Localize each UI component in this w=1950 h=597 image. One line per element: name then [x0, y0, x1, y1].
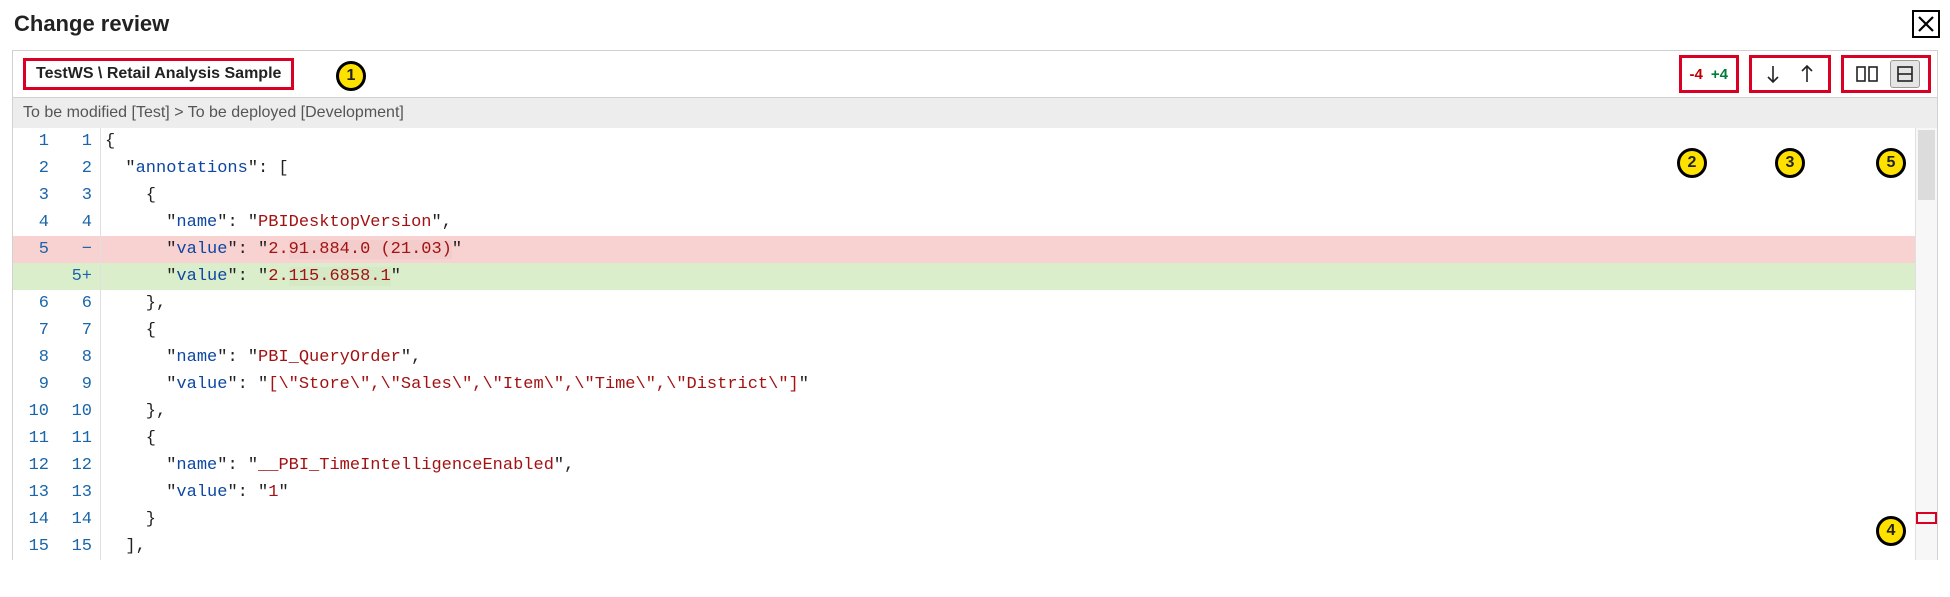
code-text: },: [101, 398, 1915, 425]
code-text: "value": "1": [101, 479, 1915, 506]
gutter-right: 4: [59, 209, 101, 236]
gutter-left: 7: [13, 317, 59, 344]
gutter-right: −: [59, 236, 101, 263]
code-line[interactable]: 77 {: [13, 317, 1915, 344]
prev-diff-button[interactable]: [1794, 61, 1820, 87]
callout-5: 5: [1876, 148, 1906, 178]
code-line[interactable]: 5+ "value": "2.115.6858.1": [13, 263, 1915, 290]
code-line[interactable]: 1212 "name": "__PBI_TimeIntelligenceEnab…: [13, 452, 1915, 479]
callout-1: 1: [336, 61, 366, 91]
diff-description: To be modified [Test] > To be deployed […: [12, 98, 1938, 128]
code-text: }: [101, 506, 1915, 533]
gutter-right: 2: [59, 155, 101, 182]
side-by-side-view-button[interactable]: [1852, 60, 1882, 88]
gutter-right: 6: [59, 290, 101, 317]
gutter-left: 3: [13, 182, 59, 209]
gutter-right: 1: [59, 128, 101, 155]
close-icon: [1917, 15, 1935, 33]
gutter-left: 11: [13, 425, 59, 452]
gutter-left: 1: [13, 128, 59, 155]
page-title: Change review: [14, 11, 169, 37]
gutter-right: 13: [59, 479, 101, 506]
gutter-right: 9: [59, 371, 101, 398]
close-button[interactable]: [1912, 10, 1940, 38]
gutter-left: [13, 263, 59, 290]
removed-count: -4: [1690, 66, 1703, 83]
view-mode-group: [1841, 55, 1931, 93]
gutter-left: 15: [13, 533, 59, 560]
inline-view-icon: [1896, 65, 1914, 83]
gutter-left: 5: [13, 236, 59, 263]
diff-nav-group: [1749, 55, 1831, 93]
gutter-right: 11: [59, 425, 101, 452]
code-text: {: [101, 128, 1915, 155]
gutter-right: 12: [59, 452, 101, 479]
gutter-left: 9: [13, 371, 59, 398]
callout-2: 2: [1677, 148, 1707, 178]
gutter-right: 5+: [59, 263, 101, 290]
code-text: "value": "2.91.884.0 (21.03)": [101, 236, 1915, 263]
code-line[interactable]: 1313 "value": "1": [13, 479, 1915, 506]
arrow-down-icon: [1765, 64, 1781, 84]
code-line[interactable]: 66 },: [13, 290, 1915, 317]
code-text: "value": "2.115.6858.1": [101, 263, 1915, 290]
minimap[interactable]: [1915, 128, 1937, 560]
gutter-left: 10: [13, 398, 59, 425]
code-text: "value": "[\"Store\",\"Sales\",\"Item\",…: [101, 371, 1915, 398]
code-line[interactable]: 1515 ],: [13, 533, 1915, 560]
minimap-thumb[interactable]: [1918, 130, 1935, 200]
code-text: "annotations": [: [101, 155, 1915, 182]
minimap-change-marker[interactable]: [1916, 512, 1937, 524]
change-counts: -4 +4: [1679, 55, 1739, 93]
gutter-left: 6: [13, 290, 59, 317]
arrow-up-icon: [1799, 64, 1815, 84]
code-line[interactable]: 33 {: [13, 182, 1915, 209]
code-text: {: [101, 182, 1915, 209]
next-diff-button[interactable]: [1760, 61, 1786, 87]
code-line[interactable]: 88 "name": "PBI_QueryOrder",: [13, 344, 1915, 371]
code-line[interactable]: 1111 {: [13, 425, 1915, 452]
gutter-left: 2: [13, 155, 59, 182]
toolbar: TestWS \ Retail Analysis Sample -4 +4: [12, 50, 1938, 98]
gutter-left: 4: [13, 209, 59, 236]
code-text: {: [101, 425, 1915, 452]
code-line[interactable]: 99 "value": "[\"Store\",\"Sales\",\"Item…: [13, 371, 1915, 398]
gutter-right: 10: [59, 398, 101, 425]
code-text: "name": "__PBI_TimeIntelligenceEnabled",: [101, 452, 1915, 479]
inline-view-button[interactable]: [1890, 60, 1920, 88]
added-count: +4: [1711, 66, 1728, 83]
code-text: "name": "PBI_QueryOrder",: [101, 344, 1915, 371]
code-body[interactable]: 11{22 "annotations": [33 {44 "name": "PB…: [13, 128, 1915, 560]
diff-viewer: 11{22 "annotations": [33 {44 "name": "PB…: [12, 128, 1938, 560]
gutter-right: 14: [59, 506, 101, 533]
code-text: },: [101, 290, 1915, 317]
code-line[interactable]: 1010 },: [13, 398, 1915, 425]
gutter-right: 3: [59, 182, 101, 209]
code-line[interactable]: 44 "name": "PBIDesktopVersion",: [13, 209, 1915, 236]
breadcrumb: TestWS \ Retail Analysis Sample: [23, 58, 294, 90]
gutter-right: 8: [59, 344, 101, 371]
callout-3: 3: [1775, 148, 1805, 178]
gutter-right: 7: [59, 317, 101, 344]
gutter-left: 14: [13, 506, 59, 533]
callout-4: 4: [1876, 516, 1906, 546]
code-text: ],: [101, 533, 1915, 560]
code-line[interactable]: 22 "annotations": [: [13, 155, 1915, 182]
code-text: "name": "PBIDesktopVersion",: [101, 209, 1915, 236]
code-line[interactable]: 5− "value": "2.91.884.0 (21.03)": [13, 236, 1915, 263]
side-by-side-icon: [1856, 65, 1878, 83]
code-text: {: [101, 317, 1915, 344]
gutter-right: 15: [59, 533, 101, 560]
gutter-left: 8: [13, 344, 59, 371]
code-line[interactable]: 1414 }: [13, 506, 1915, 533]
code-line[interactable]: 11{: [13, 128, 1915, 155]
gutter-left: 13: [13, 479, 59, 506]
gutter-left: 12: [13, 452, 59, 479]
